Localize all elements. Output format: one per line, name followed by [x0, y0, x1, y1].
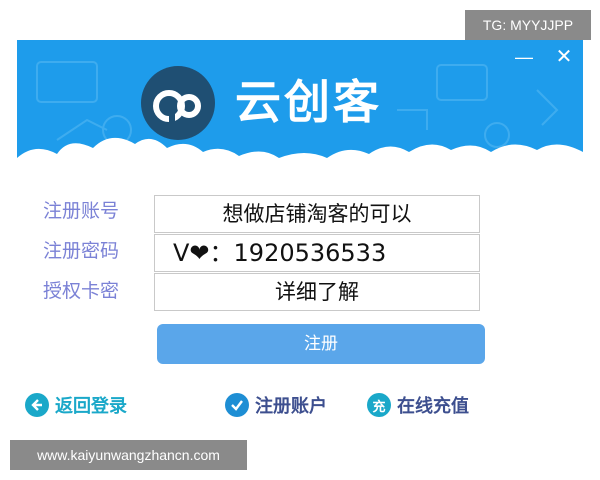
- arrow-left-icon: [25, 393, 49, 417]
- auth-code-label: 授权卡密: [43, 280, 120, 302]
- app-title: 云创客: [235, 75, 382, 129]
- password-value-wrapper: V❤：1920536533: [173, 235, 497, 271]
- account-value: 想做店铺淘客的可以: [222, 202, 412, 226]
- url-watermark: www.kaiyunwangzhancn.com: [10, 440, 247, 470]
- register-account-label: 注册账户: [255, 396, 327, 417]
- heart-icon: ❤: [189, 239, 210, 267]
- recharge-online-link[interactable]: 充 在线充值: [367, 390, 469, 420]
- minimize-button[interactable]: —: [513, 46, 535, 68]
- close-button[interactable]: ✕: [553, 46, 575, 68]
- header-banner: — ✕ 云创客: [17, 40, 583, 175]
- register-window: — ✕ 云创客 注册账号 注册密码 授权卡密 想做店铺淘客的可以 V❤：1920…: [17, 40, 583, 440]
- recharge-online-label: 在线充值: [397, 396, 469, 417]
- cloud-co-logo-icon: [141, 66, 215, 140]
- password-label: 注册密码: [43, 240, 120, 262]
- account-label: 注册账号: [43, 200, 120, 222]
- register-account-link[interactable]: 注册账户: [225, 390, 327, 420]
- account-field[interactable]: 想做店铺淘客的可以: [154, 195, 480, 233]
- auth-code-value: 详细了解: [275, 280, 359, 304]
- back-login-link[interactable]: 返回登录: [25, 390, 127, 420]
- register-button[interactable]: 注册: [157, 324, 485, 364]
- password-prefix: V: [173, 239, 190, 267]
- back-login-label: 返回登录: [55, 396, 127, 417]
- auth-code-field[interactable]: 详细了解: [154, 273, 480, 311]
- recharge-icon: 充: [367, 393, 391, 417]
- tg-badge: TG: MYYJJPP: [465, 10, 591, 40]
- password-field[interactable]: V❤：1920536533: [154, 234, 480, 272]
- checkmark-icon: [225, 393, 249, 417]
- password-value: ：1920536533: [209, 239, 387, 267]
